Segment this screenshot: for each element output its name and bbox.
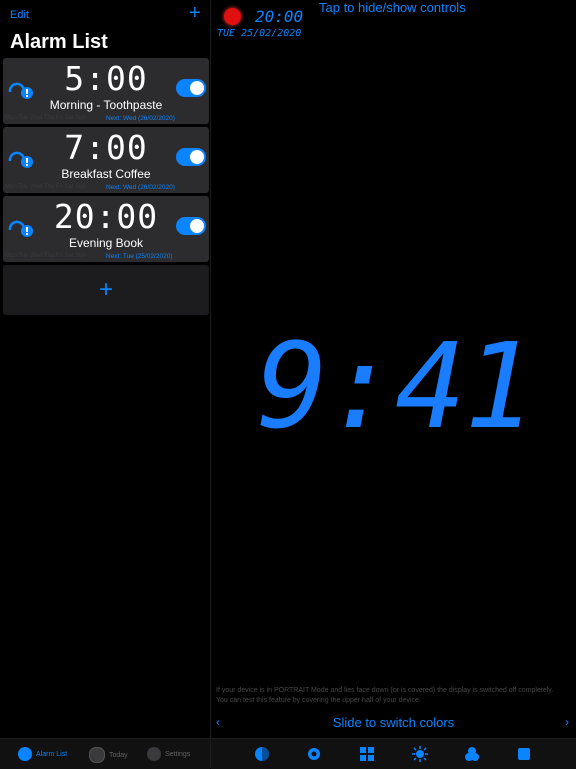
tab-label: Alarm List: [36, 750, 68, 758]
alarm-next: Next: Tue (25/02/2020): [106, 253, 173, 260]
footnote: If your device is in PORTRAIT Mode and l…: [216, 687, 554, 704]
alarm-toggle[interactable]: [176, 148, 206, 166]
alarm-item[interactable]: 7:00 Breakfast Coffee Mon Tue Wed Thu Fr…: [3, 127, 209, 193]
color-icon[interactable]: [464, 746, 480, 762]
tab-today[interactable]: Today: [89, 747, 128, 763]
alarm-days: Mon Tue Wed Thu Fri Sat Sun: [5, 253, 86, 259]
edit-button[interactable]: Edit: [10, 9, 29, 21]
tab-bar: Alarm List Today Settings: [0, 738, 210, 769]
alarm-clock-icon: [18, 747, 32, 761]
alarm-toggle[interactable]: [176, 217, 206, 235]
control-bar: [211, 738, 576, 769]
today-icon: [89, 747, 105, 763]
gear-icon[interactable]: [306, 746, 322, 762]
add-alarm-card[interactable]: +: [3, 265, 209, 315]
alarm-item[interactable]: 20:00 Evening Book Mon Tue Wed Thu Fri S…: [3, 196, 209, 262]
tab-label: Today: [109, 751, 128, 759]
tap-hint[interactable]: Tap to hide/show controls: [319, 0, 466, 15]
big-time: 9:41: [257, 325, 533, 440]
toggle-knob: [190, 81, 204, 95]
dimmer-icon[interactable]: [254, 746, 270, 762]
alarm-indicator-icon: [224, 8, 241, 25]
tab-label: Settings: [165, 750, 191, 758]
stop-icon[interactable]: [516, 746, 532, 762]
next-color-button[interactable]: ›: [565, 715, 569, 729]
tab-alarm-list[interactable]: Alarm List: [18, 747, 67, 761]
alarm-item[interactable]: 5:00 Morning - Toothpaste Mon Tue Wed Th…: [3, 58, 209, 124]
tab-settings[interactable]: Settings: [147, 747, 190, 761]
alarm-label: Evening Book: [68, 236, 144, 250]
page-title: Alarm List: [10, 31, 108, 53]
alarm-sidebar: Edit + Alarm List 5:00 Morning - Toothpa…: [0, 0, 211, 769]
alarm-next: Next: Wed (26/02/2020): [106, 115, 175, 122]
alarm-next: Next: Wed (26/02/2020): [106, 184, 175, 191]
alarm-label: Breakfast Coffee: [61, 167, 151, 181]
plus-icon: +: [98, 276, 113, 303]
clock-display[interactable]: 20:00 TUE 25/02/2020 Tap to hide/show co…: [211, 0, 576, 769]
toggle-knob: [190, 219, 204, 233]
toggle-knob: [190, 150, 204, 164]
alarm-label: Morning - Toothpaste: [49, 98, 163, 112]
alarm-toggle[interactable]: [176, 79, 206, 97]
color-switch-hint[interactable]: Slide to switch colors: [211, 715, 576, 730]
layout-icon[interactable]: [359, 746, 375, 762]
alarm-days: Mon Tue Wed Thu Fri Sat Sun: [5, 115, 86, 121]
big-clock: 9:41: [257, 325, 535, 440]
brightness-icon[interactable]: [412, 746, 428, 762]
gear-icon: [147, 747, 161, 761]
alarm-days: Mon Tue Wed Thu Fri Sat Sun: [5, 184, 86, 190]
current-date: TUE 25/02/2020: [217, 28, 302, 39]
next-alarm-time: 20:00: [255, 7, 304, 26]
add-alarm-button[interactable]: +: [189, 3, 201, 23]
